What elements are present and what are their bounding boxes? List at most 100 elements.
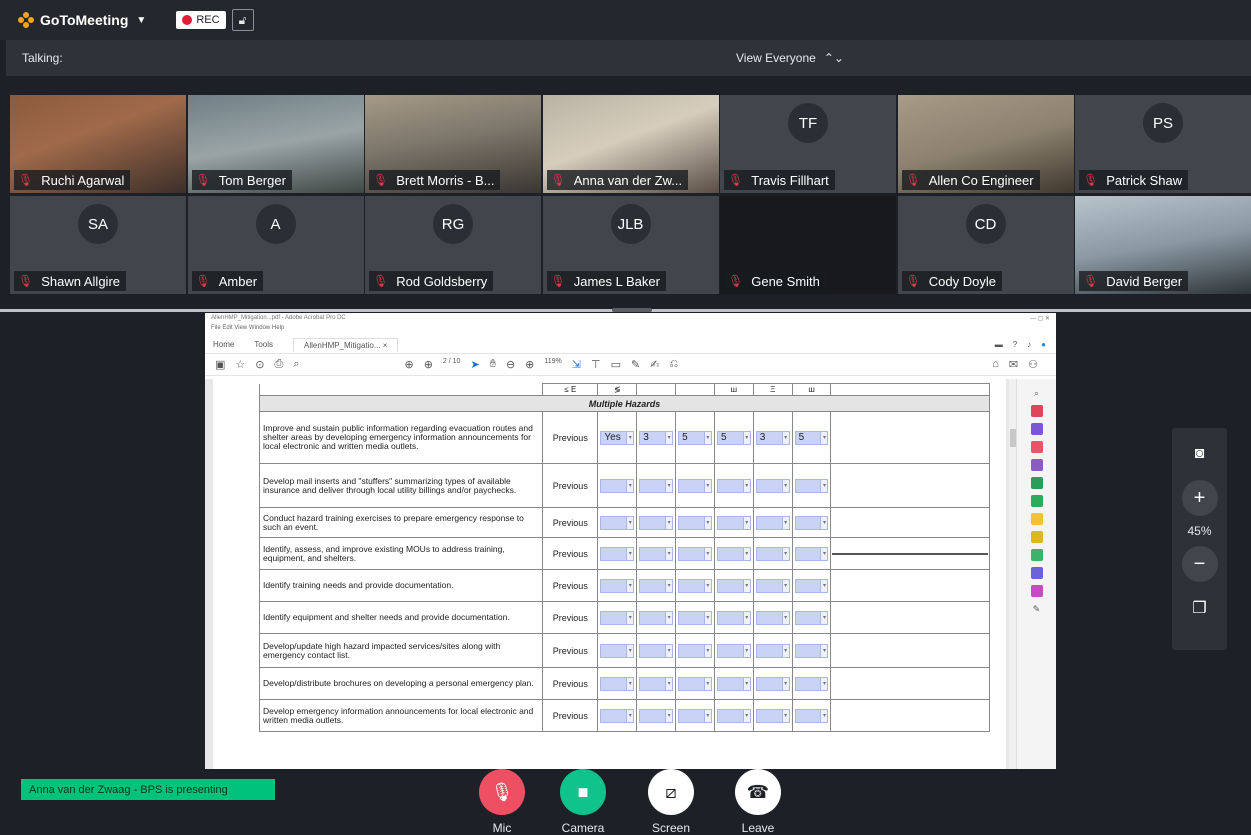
zoom-out-button[interactable]: − [1181,546,1218,582]
rating-dropdown[interactable]: ▾ [600,546,635,561]
rating-dropdown[interactable]: ▾ [678,610,712,625]
rating-dropdown[interactable]: ▾ [755,610,790,625]
fit-screen-button[interactable]: ❐ [1182,590,1218,626]
participant-tile[interactable]: JLB 🎙︎ James L Baker [542,196,719,294]
help-icon[interactable]: ? [1013,340,1017,349]
prev-page-icon[interactable]: ⊕ [404,358,413,371]
lock-meeting-button[interactable]: 🔓︎ [231,9,254,31]
rating-dropdown[interactable]: ▾ [716,515,751,530]
pointer-icon[interactable]: ➤ [470,358,479,371]
print-production-icon[interactable] [1030,549,1043,561]
rating-dropdown[interactable]: Yes ▾ [600,430,635,445]
rating-dropdown[interactable]: ▾ [755,546,790,561]
rating-dropdown[interactable]: 3 ▾ [639,430,674,445]
tab-tools[interactable]: Tools [254,340,273,349]
rating-dropdown[interactable]: ▾ [794,676,829,691]
tab-document[interactable]: AllenHMP_Mitigatio... × [293,337,399,352]
leave-button[interactable]: ☎ Leave [730,769,786,835]
pdf-page[interactable]: ≤ E ≶ ш Ξш Multiple Hazards Improve and susta… [213,379,1006,769]
rating-dropdown[interactable]: ▾ [678,515,712,530]
export-pdf-icon[interactable] [1030,405,1043,417]
rating-dropdown[interactable]: ▾ [639,643,674,658]
comment-tool-side-icon[interactable] [1030,513,1043,525]
rating-dropdown[interactable]: ▾ [716,708,751,723]
rating-dropdown[interactable]: ▾ [794,578,829,593]
hand-icon[interactable]: ✋︎ [490,358,496,371]
rating-dropdown[interactable]: ▾ [600,676,635,691]
fit-icon[interactable]: ⇲ [572,358,581,371]
account-icon[interactable]: ● [1041,340,1046,349]
rating-dropdown[interactable]: ▾ [678,478,712,493]
zoom-out-icon[interactable]: ⊖ [506,358,515,371]
rating-dropdown[interactable]: ▾ [600,708,635,723]
rating-dropdown[interactable]: ▾ [755,643,790,658]
rating-dropdown[interactable]: ▾ [755,515,790,530]
rating-dropdown[interactable]: ▾ [794,610,829,625]
participant-tile[interactable]: 🎙︎ Gene Smith [720,196,896,294]
rating-dropdown[interactable]: ▾ [678,643,712,658]
participant-tile[interactable]: 🎙︎ Ruchi Agarwal [10,95,186,193]
rating-dropdown[interactable]: ▾ [716,478,751,493]
zoom-in-icon[interactable]: ⊕ [525,358,534,371]
rating-dropdown[interactable]: ▾ [755,708,790,723]
mic-button[interactable]: 🎙︎ Mic [474,769,530,835]
rating-dropdown[interactable]: ▾ [716,546,751,561]
rating-dropdown[interactable]: ▾ [600,610,635,625]
participant-tile[interactable]: CD 🎙︎ Cody Doyle [897,196,1074,294]
stamp-icon[interactable]: ⎌ [669,358,678,371]
rating-dropdown[interactable]: ▾ [600,643,635,658]
rating-dropdown[interactable]: ▾ [639,546,674,561]
rating-dropdown[interactable]: ▾ [639,610,674,625]
search-icon[interactable]: ⌕ [293,358,299,371]
sign-icon[interactable]: ✍︎ [650,358,659,371]
rating-dropdown[interactable]: ▾ [755,478,790,493]
panel-divider[interactable] [0,308,1251,312]
upload-icon[interactable]: ⊙ [255,358,264,371]
rating-dropdown[interactable]: 5 ▾ [678,430,712,445]
more-tools-icon[interactable]: ✎ [1031,603,1043,615]
scroll-mode-icon[interactable]: ⊤ [591,358,601,371]
rating-dropdown[interactable]: ▾ [678,676,712,691]
comment-tool-icon[interactable]: ▭ [611,358,621,371]
rating-dropdown[interactable]: ▾ [716,676,751,691]
protect-icon[interactable] [1030,567,1043,579]
participant-tile[interactable]: 🎙︎ Tom Berger [187,95,364,193]
save-icon[interactable]: ▣ [215,358,225,371]
rating-dropdown[interactable]: ▾ [678,708,712,723]
print-icon[interactable]: ⎙ [275,358,284,371]
rating-dropdown[interactable]: ▾ [794,643,829,658]
rating-dropdown[interactable]: 5 ▾ [716,430,751,445]
zoom-search-icon[interactable]: ⌕ [1031,387,1043,399]
rating-dropdown[interactable]: ▾ [716,578,751,593]
participant-tile[interactable]: RG 🎙︎ Rod Goldsberry [365,196,541,294]
view-everyone-dropdown[interactable]: View Everyone ⌃⌄ [736,51,844,65]
organize-icon[interactable] [1030,477,1043,489]
rating-dropdown[interactable]: ▾ [639,515,674,530]
fill-sign-icon[interactable] [1030,459,1043,471]
create-pdf-icon[interactable] [1030,423,1043,435]
mail-icon[interactable]: ✉ [1009,358,1018,371]
record-button[interactable]: REC [176,11,226,29]
rating-dropdown[interactable]: ▾ [755,676,790,691]
comment-icon[interactable]: ▬ [995,340,1003,349]
participant-tile[interactable]: PS 🎙︎ Patrick Shaw [1075,95,1251,193]
rating-dropdown[interactable]: ▾ [639,478,674,493]
prepare-form-icon[interactable] [1030,585,1043,597]
rating-dropdown[interactable]: ▾ [639,676,674,691]
rating-dropdown[interactable]: ▾ [716,643,751,658]
rating-dropdown[interactable]: ▾ [639,708,674,723]
rating-dropdown[interactable]: ▾ [716,610,751,625]
zoom-in-button[interactable]: + [1181,480,1218,516]
page-indicator[interactable]: 2 / 10 [443,358,461,371]
share-icon[interactable]: ⌂ [992,358,999,371]
participant-tile[interactable]: TF 🎙︎ Travis Fillhart [720,95,896,193]
pen-icon[interactable]: ✎ [631,358,640,371]
camera-button[interactable]: ■ Camera [555,769,611,835]
star-icon[interactable]: ☆ [235,358,245,371]
zoom-indicator[interactable]: 119% [544,358,561,371]
next-page-icon[interactable]: ⊕ [424,358,433,371]
rating-dropdown[interactable]: ▾ [600,578,635,593]
participant-tile[interactable]: A 🎙︎ Amber [187,196,364,294]
participant-tile[interactable]: 🎙︎ Allen Co Engineer [897,95,1074,193]
document-area[interactable]: ≤ E ≶ ш Ξш Multiple Hazards Improve and susta… [205,379,1013,769]
